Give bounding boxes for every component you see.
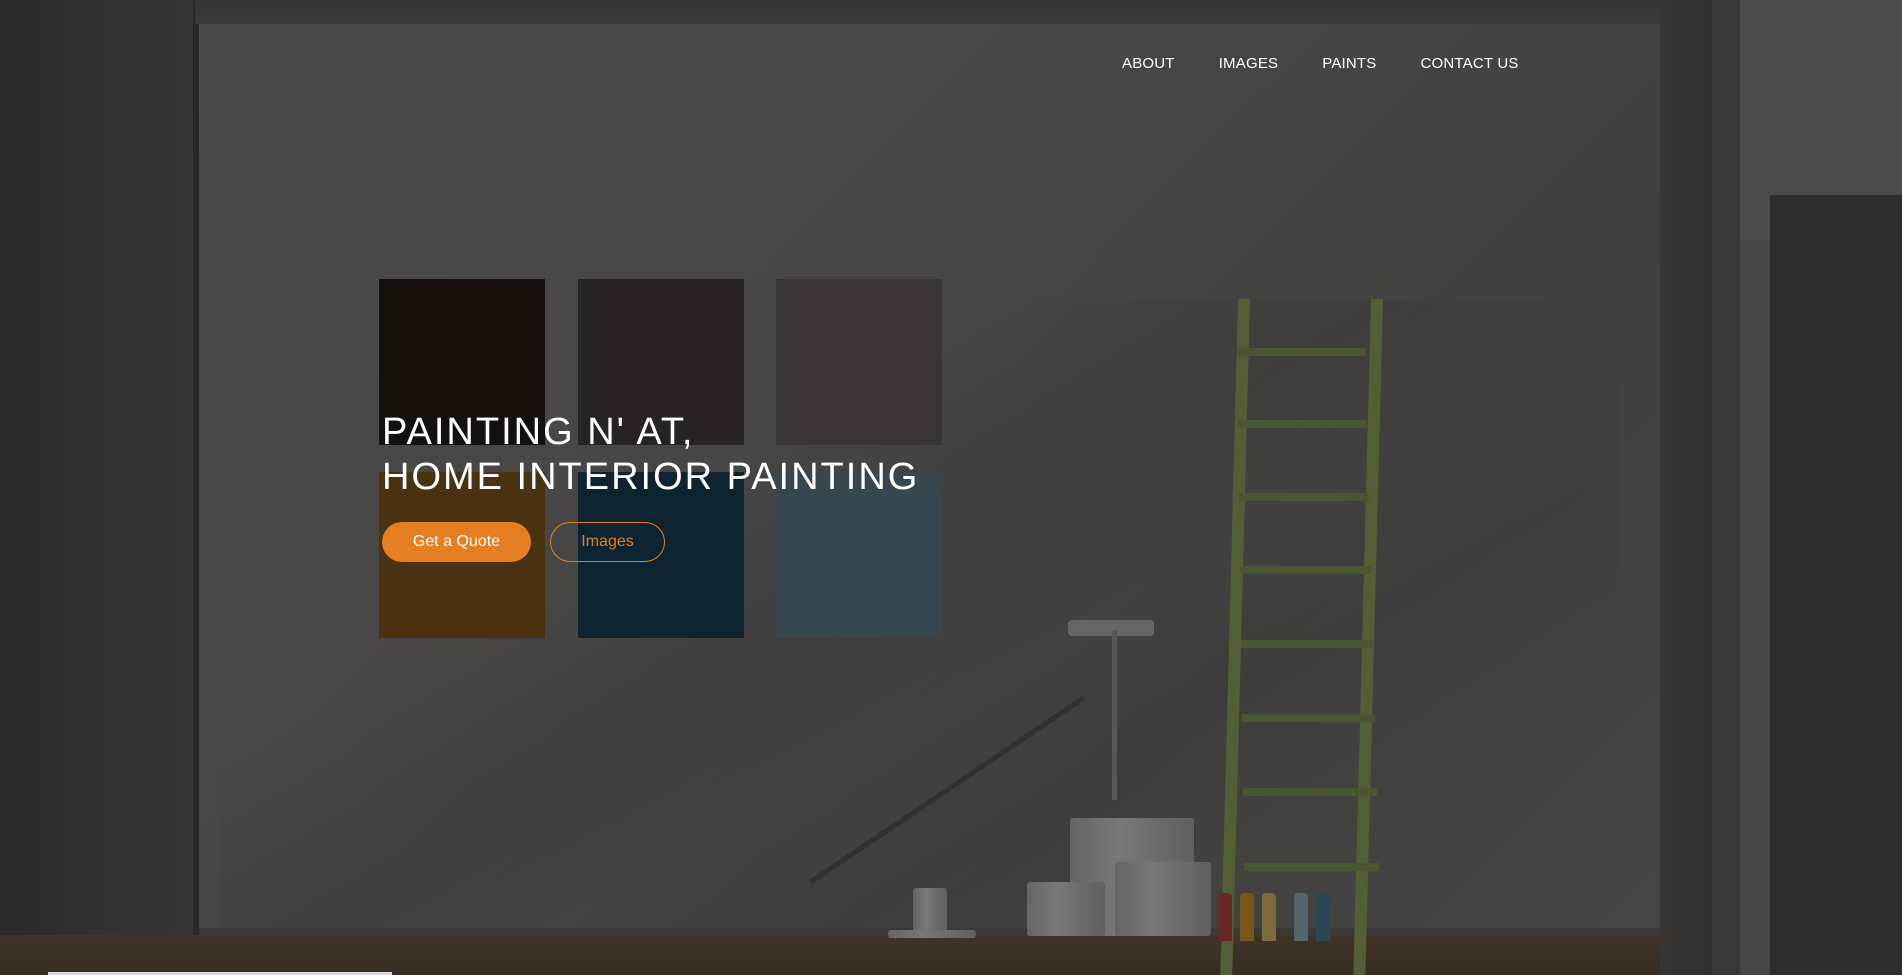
main-nav: ABOUT IMAGES PAINTS CONTACT US xyxy=(1122,55,1519,72)
images-button[interactable]: Images xyxy=(550,522,665,562)
hero-title-line-2: HOME INTERIOR PAINTING xyxy=(382,456,920,498)
nav-paints-link[interactable]: PAINTS xyxy=(1322,55,1376,72)
hero-overlay xyxy=(0,0,1902,975)
hero-title-line-1: PAINTING N' AT, xyxy=(382,411,695,453)
nav-about-link[interactable]: ABOUT xyxy=(1122,55,1175,72)
get-quote-button[interactable]: Get a Quote xyxy=(382,522,531,562)
hero-title: PAINTING N' AT, HOME INTERIOR PAINTING xyxy=(382,410,919,500)
nav-contact-link[interactable]: CONTACT US xyxy=(1421,55,1519,72)
nav-images-link[interactable]: IMAGES xyxy=(1219,55,1279,72)
hero-section xyxy=(0,0,1902,975)
